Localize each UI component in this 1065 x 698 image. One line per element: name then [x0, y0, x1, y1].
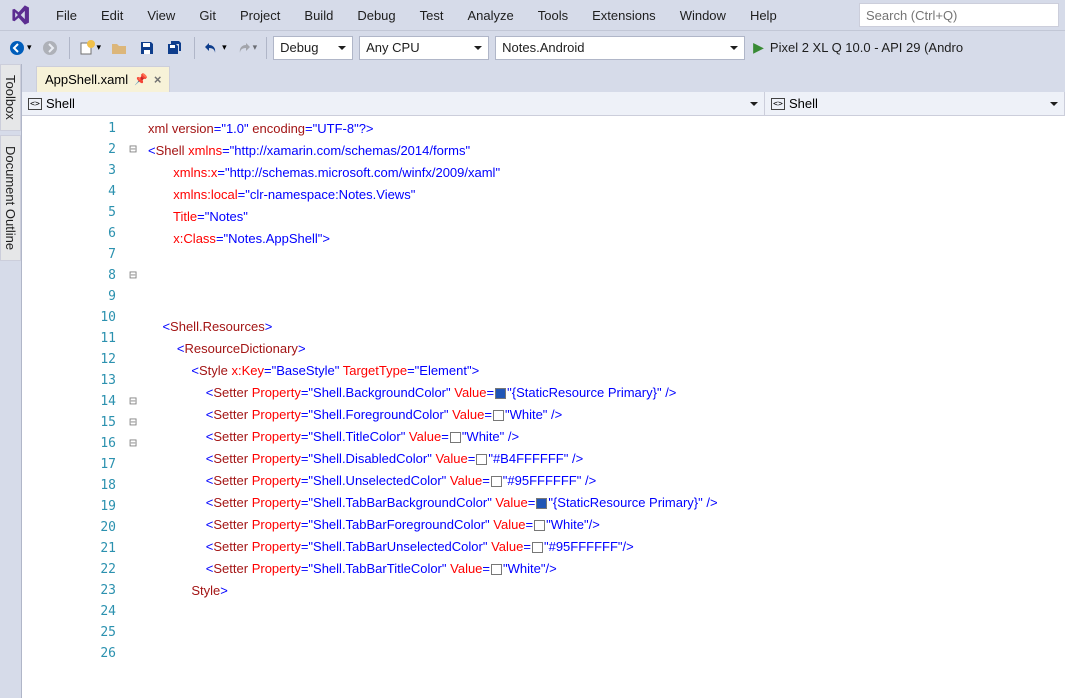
redo-button[interactable]: ▾ [232, 35, 261, 61]
toolbar: ▾ ▾ ▾ ▾ Debug Any CPU Notes.Android ▶ Pi… [0, 30, 1065, 64]
menu-project[interactable]: Project [228, 4, 292, 27]
separator [194, 37, 195, 59]
main-area: Toolbox Document Outline AppShell.xaml 📌… [0, 64, 1065, 698]
vs-logo-icon [6, 1, 34, 29]
editor-area: AppShell.xaml 📌 × <> Shell <> Shell 1234… [22, 64, 1065, 698]
xaml-icon: <> [28, 98, 42, 110]
tab-label: AppShell.xaml [45, 72, 128, 87]
nav-back-button[interactable]: ▾ [6, 35, 35, 61]
save-button[interactable] [134, 35, 160, 61]
code-editor[interactable]: 1234567891011121314151617181920212223242… [22, 116, 1065, 698]
gutter: 1234567891011121314151617181920212223242… [22, 116, 142, 698]
menu-build[interactable]: Build [292, 4, 345, 27]
menu-test[interactable]: Test [408, 4, 456, 27]
play-icon: ▶ [753, 39, 764, 56]
menu-edit[interactable]: Edit [89, 4, 135, 27]
code-content[interactable]: xml version="1.0" encoding="UTF-8"?> <Sh… [142, 116, 1065, 698]
menu-tools[interactable]: Tools [526, 4, 580, 27]
menu-debug[interactable]: Debug [345, 4, 407, 27]
nav-forward-button[interactable] [37, 35, 63, 61]
document-tab[interactable]: AppShell.xaml 📌 × [36, 66, 170, 92]
run-button[interactable]: ▶ Pixel 2 XL Q 10.0 - API 29 (Andro [747, 39, 969, 56]
menu-view[interactable]: View [135, 4, 187, 27]
document-tabs: AppShell.xaml 📌 × [22, 64, 1065, 92]
open-file-button[interactable] [106, 35, 132, 61]
run-target-label: Pixel 2 XL Q 10.0 - API 29 (Andro [770, 40, 963, 55]
nav-left-label: Shell [46, 96, 75, 111]
platform-dropdown[interactable]: Any CPU [359, 36, 489, 60]
new-item-button[interactable]: ▾ [76, 35, 105, 61]
save-all-button[interactable] [162, 35, 188, 61]
menu-file[interactable]: File [44, 4, 89, 27]
config-dropdown[interactable]: Debug [273, 36, 353, 60]
separator [69, 37, 70, 59]
search-input[interactable] [859, 3, 1059, 27]
separator [266, 37, 267, 59]
menu-bar: File Edit View Git Project Build Debug T… [44, 4, 789, 27]
menu-extensions[interactable]: Extensions [580, 4, 668, 27]
menu-git[interactable]: Git [187, 4, 228, 27]
close-icon[interactable]: × [154, 72, 162, 87]
menu-help[interactable]: Help [738, 4, 789, 27]
pin-icon[interactable]: 📌 [134, 73, 148, 86]
title-bar: File Edit View Git Project Build Debug T… [0, 0, 1065, 30]
toolbox-tab[interactable]: Toolbox [0, 64, 21, 131]
nav-right-dropdown[interactable]: <> Shell [765, 92, 1065, 115]
menu-analyze[interactable]: Analyze [455, 4, 525, 27]
xaml-icon: <> [771, 98, 785, 110]
left-sidebar: Toolbox Document Outline [0, 64, 22, 698]
startup-dropdown[interactable]: Notes.Android [495, 36, 745, 60]
navigation-bar: <> Shell <> Shell [22, 92, 1065, 116]
undo-button[interactable]: ▾ [201, 35, 230, 61]
nav-right-label: Shell [789, 96, 818, 111]
fold-column[interactable]: ⊟⊟⊟⊟⊟ [124, 116, 142, 698]
nav-left-dropdown[interactable]: <> Shell [22, 92, 765, 115]
menu-window[interactable]: Window [668, 4, 738, 27]
line-numbers: 1234567891011121314151617181920212223242… [22, 116, 124, 698]
document-outline-tab[interactable]: Document Outline [0, 135, 21, 261]
